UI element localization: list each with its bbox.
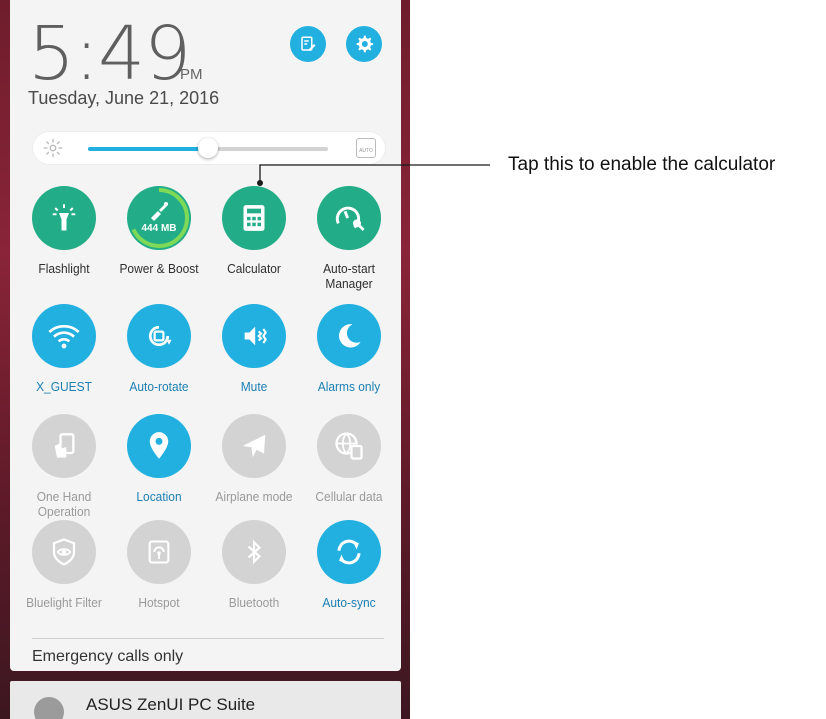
callout-leader-line: [257, 164, 490, 186]
callout-text: Tap this to enable the calculator: [508, 154, 776, 175]
